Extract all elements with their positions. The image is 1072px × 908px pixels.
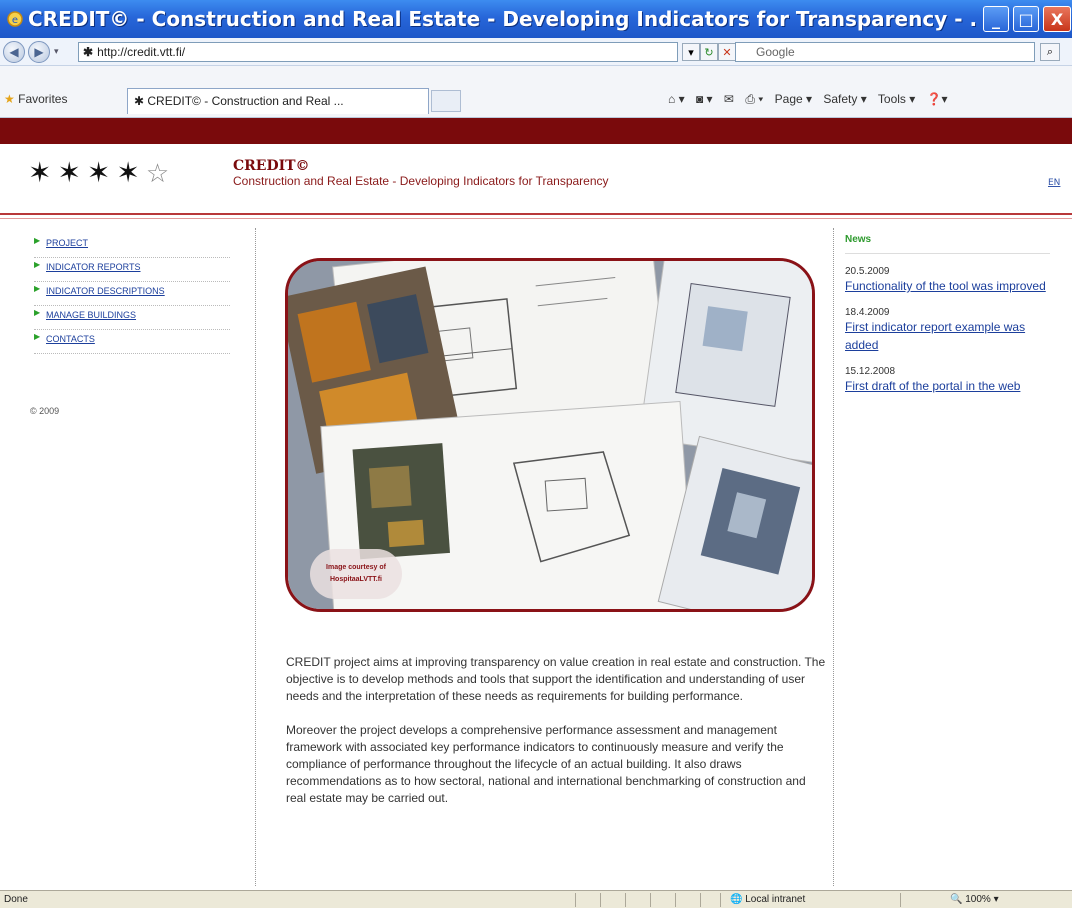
window-titlebar: e CREDIT© - Construction and Real Estate… <box>0 0 1072 38</box>
new-tab-button[interactable] <box>431 90 461 112</box>
forward-button[interactable]: ▶ <box>28 40 50 63</box>
news-heading: News <box>845 234 1050 254</box>
news-item: 18.4.2009 First indicator report example… <box>845 307 1050 354</box>
news-link[interactable]: First indicator report example was added <box>845 320 1025 352</box>
bullet-icon: ▶ <box>34 260 41 269</box>
intro-paragraph-2: Moreover the project develops a comprehe… <box>286 723 806 805</box>
copyright: © 2009 <box>30 406 60 416</box>
forward-arrow-icon: ▶ <box>34 44 44 59</box>
brand-name: CREDIT© <box>233 158 310 174</box>
nav-item-indicator-reports[interactable]: ▶ Indicator reports <box>34 258 230 282</box>
zone-label: Local intranet <box>745 894 806 905</box>
url-text: http://credit.vtt.fi/ <box>97 45 186 59</box>
globe-icon: 🌐 <box>730 894 746 905</box>
page-menu[interactable]: Page ▾ <box>775 92 812 106</box>
security-zone[interactable]: 🌐 Local intranet <box>730 894 805 905</box>
bullet-icon: ▶ <box>34 284 41 293</box>
site-favicon-icon: ✱ <box>83 45 94 59</box>
maximize-button[interactable]: □ <box>1013 6 1039 32</box>
news-panel: News 20.5.2009 Functionality of the tool… <box>845 234 1050 395</box>
address-bar: ◀ ▶ ▾ ✱ http://credit.vtt.fi/ ▾ ↻ ✕ Googl… <box>0 38 1072 66</box>
stop-button[interactable]: ✕ <box>718 43 736 61</box>
news-link[interactable]: First draft of the portal in the web <box>845 379 1020 393</box>
favorites-star-icon: ★ <box>4 92 15 106</box>
bullet-icon: ▶ <box>34 308 41 317</box>
feeds-icon[interactable]: ◙ ▾ <box>696 92 713 106</box>
brand-tagline: Construction and Real Estate - Developin… <box>233 174 609 188</box>
address-dropdown-icon[interactable]: ▾ <box>682 43 700 61</box>
zoom-level: 100% <box>965 894 991 905</box>
site-header: ✶✶✶✶☆ CREDIT© Construction and Real Esta… <box>0 144 1072 214</box>
url-input[interactable]: ✱ http://credit.vtt.fi/ <box>78 42 678 62</box>
tools-menu[interactable]: Tools ▾ <box>878 92 915 106</box>
news-item: 20.5.2009 Functionality of the tool was … <box>845 266 1050 295</box>
eu-stars-logo: ✶✶✶✶☆ <box>28 156 176 189</box>
intro-text: CREDIT project aims at improving transpa… <box>286 654 826 824</box>
window-title: CREDIT© - Construction and Real Estate -… <box>28 7 978 31</box>
nav-item-manage-buildings[interactable]: ▶ Manage buildings <box>34 306 230 330</box>
back-arrow-icon: ◀ <box>9 44 19 59</box>
favorites-bar: ★ Favorites ✱ CREDIT© - Construction and… <box>0 66 1072 118</box>
back-button[interactable]: ◀ <box>3 40 25 63</box>
command-bar: ⌂ ▾ ◙ ▾ ✉ ⎙ ▾ Page ▾ Safety ▾ Tools ▾ ❓▾ <box>668 92 956 107</box>
language-link[interactable]: EN <box>1048 178 1060 188</box>
print-icon[interactable]: ⎙ ▾ <box>745 92 763 106</box>
news-link[interactable]: Functionality of the tool was improved <box>845 279 1046 293</box>
bullet-icon: ▶ <box>34 236 41 245</box>
nav-link-contacts[interactable]: Contacts <box>46 334 95 344</box>
status-bar: Done 🌐 Local intranet 🔍 100% ▾ <box>0 890 1072 908</box>
bullet-icon: ▶ <box>34 332 41 341</box>
minimize-button[interactable]: _ <box>983 6 1009 32</box>
search-placeholder: Google <box>756 45 795 59</box>
left-navigation: ▶ Project ▶ Indicator reports ▶ Indicator d… <box>34 234 230 354</box>
nav-link-manage-buildings[interactable]: Manage buildings <box>46 310 136 320</box>
help-icon[interactable]: ❓▾ <box>927 92 948 106</box>
brand: CREDIT© Construction and Real Estate - D… <box>233 158 609 188</box>
header-divider <box>0 213 1072 215</box>
ie-icon: e <box>7 11 23 27</box>
status-text: Done <box>4 894 28 905</box>
page-top-band <box>0 118 1072 144</box>
zoom-icon: 🔍 <box>950 894 966 905</box>
close-button[interactable]: X <box>1043 6 1071 32</box>
news-date: 15.12.2008 <box>845 366 896 377</box>
column-divider-right <box>833 228 834 886</box>
safety-menu[interactable]: Safety ▾ <box>823 92 866 106</box>
mail-icon[interactable]: ✉ <box>724 92 734 106</box>
nav-link-indicator-reports[interactable]: Indicator reports <box>46 262 141 272</box>
home-icon[interactable]: ⌂ ▾ <box>668 92 685 106</box>
intro-paragraph-1: CREDIT project aims at improving transpa… <box>286 655 826 703</box>
news-date: 20.5.2009 <box>845 266 890 277</box>
header-divider-light <box>0 218 1072 219</box>
nav-item-indicator-descriptions[interactable]: ▶ Indicator descriptions <box>34 282 230 306</box>
tab-credit[interactable]: ✱ CREDIT© - Construction and Real ... <box>127 88 429 114</box>
favorites-label: Favorites <box>18 92 68 106</box>
refresh-button[interactable]: ↻ <box>700 43 718 61</box>
hero-image: Image courtesy of HospitaaLVTT.fi <box>285 258 815 612</box>
column-divider-left <box>255 228 256 886</box>
search-input[interactable]: Google <box>735 42 1035 62</box>
favorites-button[interactable]: ★ Favorites <box>4 92 67 106</box>
zoom-control[interactable]: 🔍 100% ▾ <box>950 894 999 905</box>
nav-item-project[interactable]: ▶ Project <box>34 234 230 258</box>
nav-link-indicator-descriptions[interactable]: Indicator descriptions <box>46 286 165 296</box>
tab-favicon-icon: ✱ <box>134 94 148 108</box>
svg-text:e: e <box>12 15 18 26</box>
image-credit: Image courtesy of HospitaaLVTT.fi <box>310 549 402 599</box>
news-date: 18.4.2009 <box>845 307 890 318</box>
search-icon[interactable]: ⌕ <box>1040 43 1060 61</box>
history-dropdown-icon[interactable]: ▾ <box>54 47 59 57</box>
tab-title: CREDIT© - Construction and Real ... <box>147 94 344 108</box>
nav-item-contacts[interactable]: ▶ Contacts <box>34 330 230 354</box>
news-item: 15.12.2008 First draft of the portal in … <box>845 366 1050 395</box>
nav-link-project[interactable]: Project <box>46 238 88 248</box>
